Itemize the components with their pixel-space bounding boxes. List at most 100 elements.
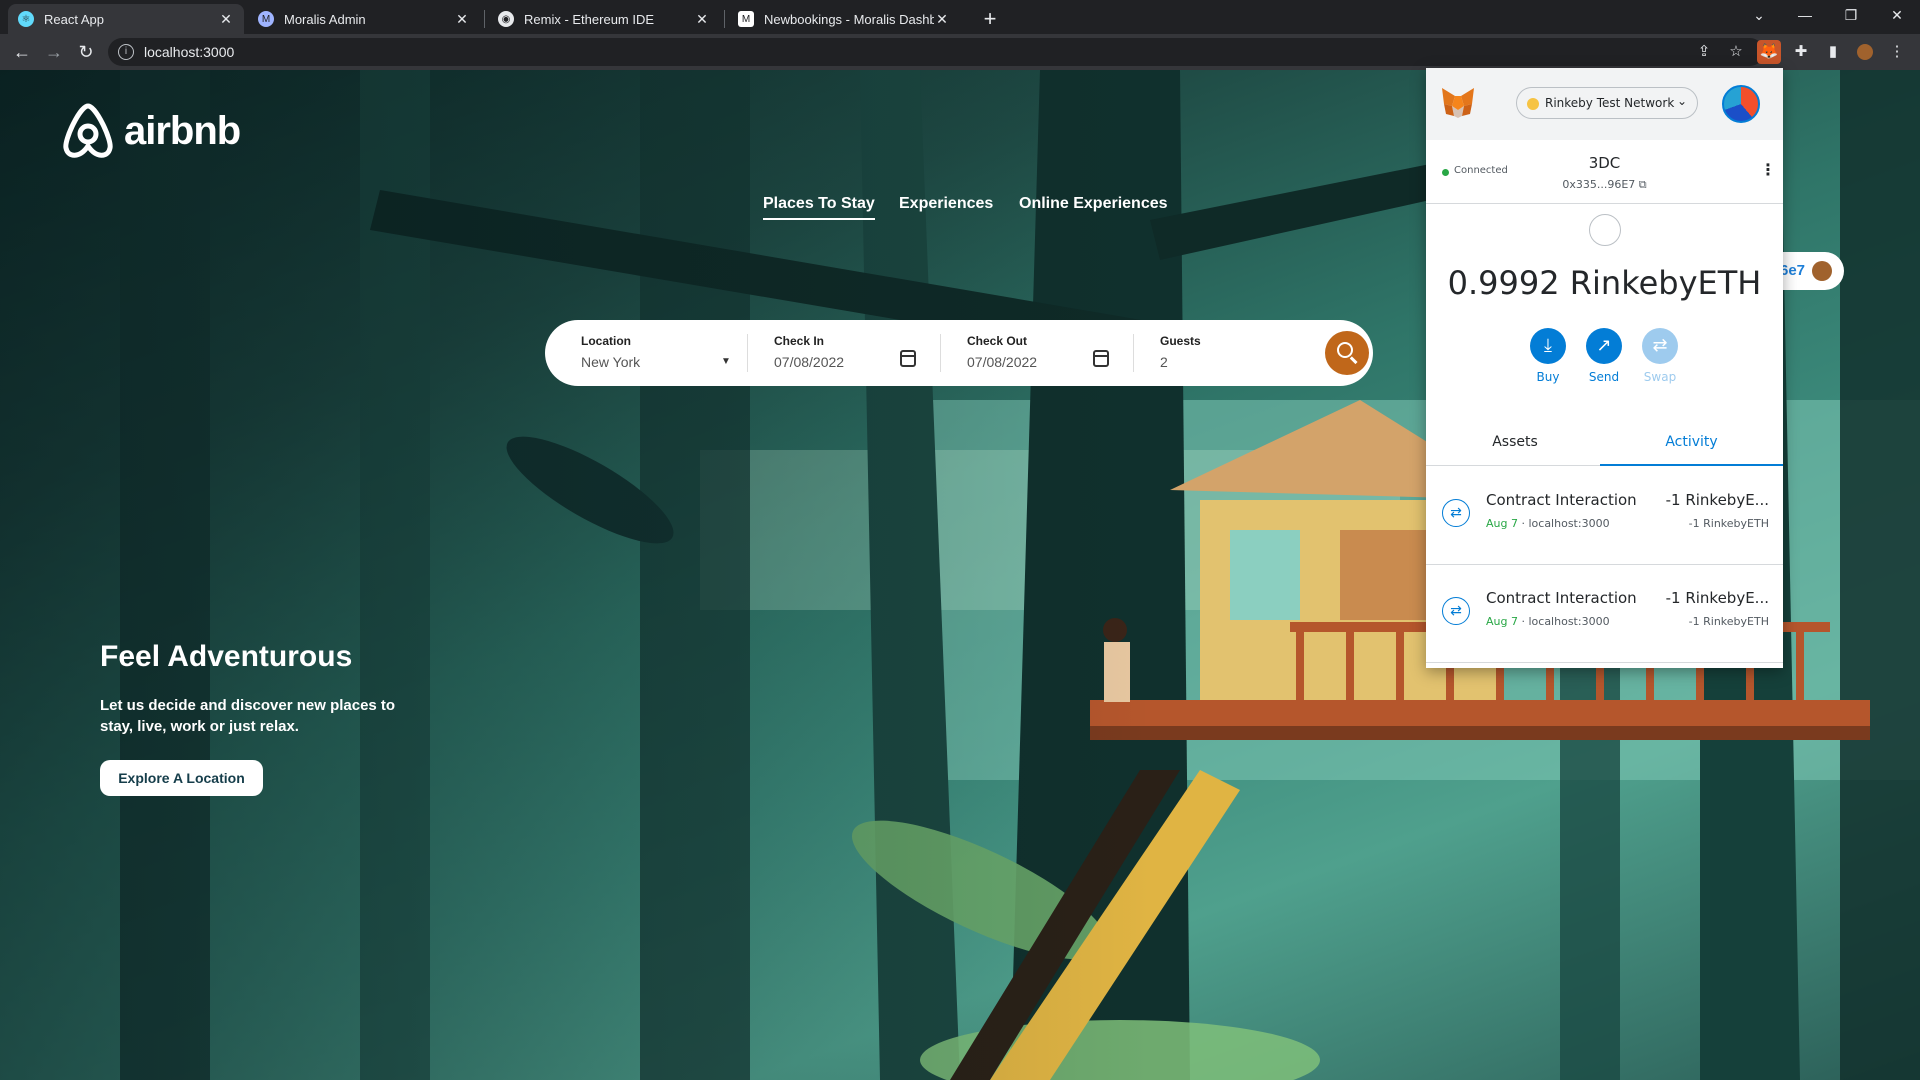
side-panel-icon[interactable]: ▮ <box>1821 40 1845 64</box>
more-menu-icon[interactable]: ⋮ <box>1885 40 1909 64</box>
forward-icon[interactable]: → <box>40 38 68 66</box>
back-icon[interactable]: ← <box>8 38 36 66</box>
checkout-field[interactable]: Check Out 07/08/2022 <box>967 320 1117 386</box>
close-icon[interactable]: ✕ <box>934 11 950 28</box>
network-selector[interactable]: Rinkeby Test Network ⌄ <box>1516 87 1698 119</box>
site-info-icon[interactable]: i <box>118 44 134 60</box>
activity-subtitle: Aug 7 · localhost:3000 <box>1486 615 1610 628</box>
send-arrow-icon: ↗ <box>1586 328 1622 364</box>
tab-newbookings[interactable]: M Newbookings - Moralis Dashboa ✕ <box>728 4 960 34</box>
chevron-down-icon: ⌄ <box>1677 94 1688 108</box>
caret-down-icon[interactable]: ▼ <box>721 356 731 367</box>
activity-item[interactable]: ⇄ Contract Interaction Aug 7 · localhost… <box>1426 565 1783 663</box>
metamask-tabs: Assets Activity <box>1426 420 1783 466</box>
react-icon: ⚛ <box>18 11 34 27</box>
wallet-avatar-icon <box>1812 261 1832 281</box>
metamask-header: Rinkeby Test Network ⌄ <box>1426 68 1783 140</box>
new-tab-button[interactable]: + <box>976 6 1004 32</box>
tab-divider <box>484 10 485 28</box>
hero-subtitle: Let us decide and discover new places to… <box>100 697 396 735</box>
close-icon[interactable]: ✕ <box>694 11 710 28</box>
close-icon[interactable]: ✕ <box>218 11 234 28</box>
browser-tab-bar: ⚛ React App ✕ M Moralis Admin ✕ ◉ Remix … <box>0 0 1920 34</box>
address-text: 0x335...96E7 <box>1562 178 1636 191</box>
airbnb-logo[interactable]: airbnb <box>60 100 241 162</box>
buy-button[interactable]: ⤓ Buy <box>1518 328 1578 384</box>
search-bar: Location New York ▼ Check In 07/08/2022 … <box>545 320 1373 386</box>
close-icon[interactable]: ✕ <box>454 11 470 28</box>
nav-online-experiences[interactable]: Online Experiences <box>1019 195 1168 213</box>
activity-amount: -1 RinkebyE... <box>1665 589 1769 607</box>
window-close-icon[interactable]: ✕ <box>1874 0 1920 30</box>
network-status-dot <box>1527 98 1539 110</box>
network-name: Rinkeby Test Network <box>1545 96 1675 110</box>
url-text: localhost:3000 <box>144 44 235 60</box>
tab-title: Remix - Ethereum IDE <box>524 11 655 27</box>
explore-location-button[interactable]: Explore A Location <box>100 760 263 796</box>
swap-label: Swap <box>1643 370 1677 384</box>
tab-search-icon[interactable]: ⌄ <box>1736 0 1782 30</box>
location-label: Location <box>581 334 631 348</box>
extensions-puzzle-icon[interactable]: ✚ <box>1789 40 1813 64</box>
send-label: Send <box>1588 370 1620 384</box>
tab-title: React App <box>44 11 104 27</box>
metamask-fox-icon <box>1442 88 1474 118</box>
profile-avatar-icon[interactable] <box>1853 40 1877 64</box>
search-button[interactable] <box>1325 331 1369 375</box>
restore-icon[interactable]: ❐ <box>1828 0 1874 30</box>
nav-places-to-stay[interactable]: Places To Stay <box>763 195 875 220</box>
activity-subtitle: Aug 7 · localhost:3000 <box>1486 517 1610 530</box>
swap-icon: ⇄ <box>1642 328 1678 364</box>
copy-icon[interactable]: ⧉ <box>1639 178 1647 191</box>
checkout-label: Check Out <box>967 334 1028 348</box>
reload-icon[interactable]: ↻ <box>72 38 100 66</box>
activity-sub-amount: -1 RinkebyETH <box>1688 517 1769 530</box>
bookmark-star-icon[interactable]: ☆ <box>1724 40 1748 64</box>
calendar-icon[interactable] <box>900 350 916 367</box>
minimize-icon[interactable]: — <box>1782 0 1828 30</box>
tab-divider <box>724 10 725 28</box>
tab-react-app[interactable]: ⚛ React App ✕ <box>8 4 244 34</box>
tab-activity[interactable]: Activity <box>1600 420 1783 466</box>
guests-field[interactable]: Guests 2 <box>1160 320 1310 386</box>
share-icon[interactable]: ⇪ <box>1692 40 1716 64</box>
location-value: New York <box>581 354 641 370</box>
contract-interaction-icon: ⇄ <box>1442 499 1470 527</box>
account-options-icon[interactable]: ⋮ <box>1760 160 1776 179</box>
activity-amount: -1 RinkebyE... <box>1665 491 1769 509</box>
field-divider <box>747 334 748 372</box>
send-button[interactable]: ↗ Send <box>1574 328 1634 384</box>
checkin-field[interactable]: Check In 07/08/2022 <box>774 320 924 386</box>
calendar-icon[interactable] <box>1093 350 1109 367</box>
tab-title: Newbookings - Moralis Dashboa <box>764 11 934 27</box>
moralis-icon: M <box>258 11 274 27</box>
buy-label: Buy <box>1536 370 1560 384</box>
tab-remix[interactable]: ◉ Remix - Ethereum IDE ✕ <box>488 4 720 34</box>
tab-assets[interactable]: Assets <box>1426 420 1604 466</box>
token-icon <box>1589 214 1621 246</box>
search-icon-handle <box>1350 356 1358 364</box>
address-bar[interactable]: i localhost:3000 ⇪ ☆ <box>108 38 1764 66</box>
activity-origin: localhost:3000 <box>1528 615 1610 628</box>
activity-item[interactable]: ⇄ Contract Interaction Aug 7 · localhost… <box>1426 467 1783 565</box>
guests-value: 2 <box>1160 354 1168 370</box>
metamask-popup: Rinkeby Test Network ⌄ Connected 3DC 0x3… <box>1426 68 1783 668</box>
tab-title: Moralis Admin <box>284 11 366 27</box>
search-icon <box>1337 342 1353 358</box>
account-avatar-button[interactable] <box>1722 85 1760 123</box>
metamask-extension-icon[interactable]: 🦊 <box>1757 40 1781 64</box>
swap-button[interactable]: ⇄ Swap <box>1630 328 1690 384</box>
airbnb-belo-icon <box>63 103 113 158</box>
nav-experiences[interactable]: Experiences <box>899 195 993 213</box>
activity-date: Aug 7 <box>1486 615 1518 628</box>
activity-sub-amount: -1 RinkebyETH <box>1688 615 1769 628</box>
account-address[interactable]: 0x335...96E7 ⧉ <box>1426 178 1783 192</box>
checkin-label: Check In <box>774 334 825 348</box>
activity-date: Aug 7 <box>1486 517 1518 530</box>
guests-label: Guests <box>1160 334 1201 348</box>
browser-toolbar: ← → ↻ i localhost:3000 ⇪ ☆ 🦊 ✚ ▮ ⋮ <box>0 34 1920 70</box>
activity-title: Contract Interaction <box>1486 589 1637 607</box>
contract-interaction-icon: ⇄ <box>1442 597 1470 625</box>
tab-moralis-admin[interactable]: M Moralis Admin ✕ <box>248 4 480 34</box>
location-field[interactable]: Location New York ▼ <box>581 320 731 386</box>
